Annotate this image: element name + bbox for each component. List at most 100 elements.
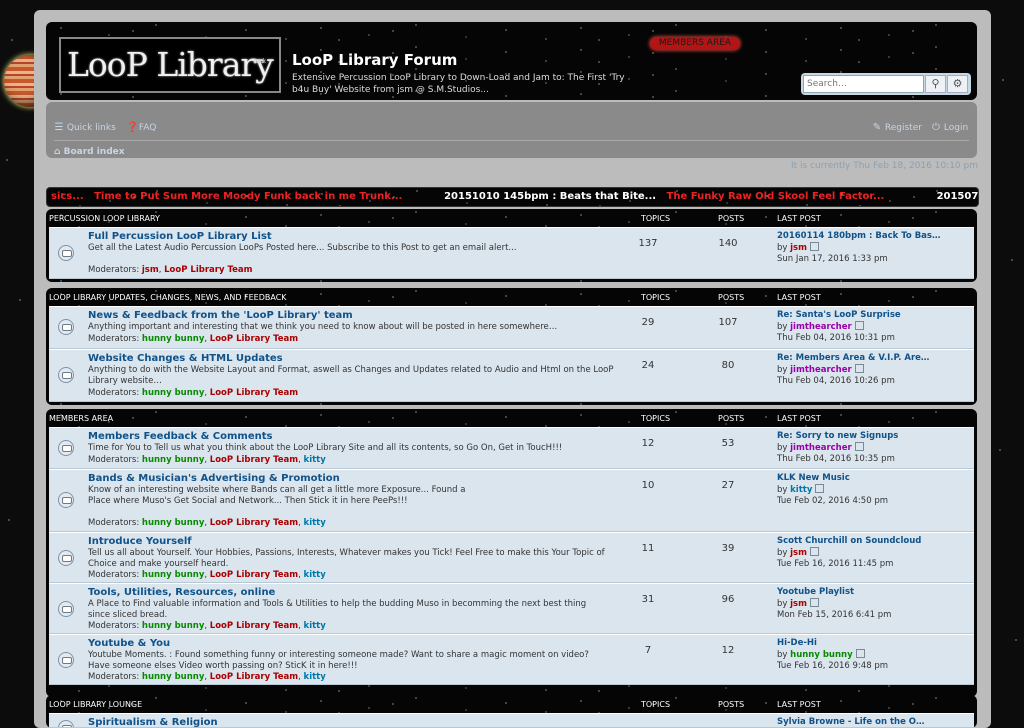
last-post-author[interactable]: hunny bunny xyxy=(790,650,852,660)
moderator-link[interactable]: hunny bunny xyxy=(142,334,204,344)
moderator-link[interactable]: hunny bunny xyxy=(142,518,204,528)
forum-title[interactable]: Spiritualism & Religion xyxy=(88,717,218,727)
quick-links-menu[interactable]: ☰ Quick links xyxy=(54,122,116,133)
ticker-item[interactable]: The Funky Raw Old Skool Feel Factor... xyxy=(667,191,885,202)
forum-title[interactable]: Website Changes & HTML Updates xyxy=(88,353,283,364)
ticker-content: sics... Time to Put Sum More Moody Funk … xyxy=(51,191,978,202)
posts-count: 80 xyxy=(721,360,735,371)
moderator-link[interactable]: hunny bunny xyxy=(142,672,204,682)
last-post-date: Thu Feb 04, 2016 10:26 pm xyxy=(777,376,895,386)
last-post-title[interactable]: Hi-De-Hi xyxy=(777,638,967,649)
faq-link[interactable]: ❓ FAQ xyxy=(126,122,156,133)
moderator-link[interactable]: jsm xyxy=(142,265,159,275)
last-post-author[interactable]: jimthearcher xyxy=(790,322,852,332)
last-post-title[interactable]: 20160114 180bpm : Back To Bas… xyxy=(777,231,967,242)
last-post-header: LAST POST xyxy=(777,700,821,709)
moderator-link[interactable]: hunny bunny xyxy=(142,388,204,398)
last-post: Hi-De-Hi by hunny bunny Tue Feb 16, 2016… xyxy=(777,638,967,672)
moderator-link[interactable]: LooP Library Team xyxy=(210,621,298,631)
category-header: LOOP LIBRARY LOUNGE TOPICS POSTS LAST PO… xyxy=(49,695,974,713)
last-post-author[interactable]: jimthearcher xyxy=(790,365,852,375)
logo-domain: .co.uk xyxy=(253,58,266,65)
moderator-link[interactable]: LooP Library Team xyxy=(210,518,298,528)
moderator-link[interactable]: kitty xyxy=(304,672,326,682)
moderator-link[interactable]: LooP Library Team xyxy=(210,455,298,465)
forum-title[interactable]: Full Percussion LooP Library List xyxy=(88,231,272,242)
moderator-link[interactable]: kitty xyxy=(304,518,326,528)
topics-count: 24 xyxy=(641,360,655,371)
view-latest-post-icon[interactable] xyxy=(809,242,819,251)
register-link[interactable]: ✎ Register xyxy=(872,122,922,133)
breadcrumb[interactable]: ⌂ Board index xyxy=(54,147,125,157)
view-latest-post-icon[interactable] xyxy=(809,598,819,607)
forum-read-icon xyxy=(58,367,74,383)
moderators-label: Moderators: xyxy=(88,455,140,465)
posts-count: 39 xyxy=(721,543,735,554)
moderator-link[interactable]: LooP Library Team xyxy=(210,672,298,682)
category-name[interactable]: PERCUSSION LOOP LIBRARY xyxy=(49,214,160,223)
moderator-link[interactable]: LooP Library Team xyxy=(210,570,298,580)
last-post-title[interactable]: Re: Sorry to new Signups xyxy=(777,431,967,442)
last-post-title[interactable]: Re: Members Area & V.I.P. Are… xyxy=(777,353,967,364)
logo-text: LooP Library xyxy=(67,45,274,84)
by-label: by xyxy=(777,365,788,375)
category-name[interactable]: LOOP LIBRARY UPDATES, CHANGES, NEWS, AND… xyxy=(49,293,287,302)
moderator-link[interactable]: kitty xyxy=(304,455,326,465)
category-header: PERCUSSION LOOP LIBRARY TOPICS POSTS LAS… xyxy=(49,209,974,227)
board-index-link[interactable]: Board index xyxy=(64,147,125,157)
moderator-link[interactable]: LooP Library Team xyxy=(210,334,298,344)
moderator-link[interactable]: hunny bunny xyxy=(142,621,204,631)
last-post: Scott Churchill on Soundcloud by jsm Tue… xyxy=(777,536,967,570)
ticker-item[interactable]: sics... xyxy=(51,191,84,202)
last-post-title[interactable]: Scott Churchill on Soundcloud xyxy=(777,536,967,547)
advanced-search-button[interactable]: ⚙ xyxy=(947,75,968,93)
moderator-link[interactable]: hunny bunny xyxy=(142,570,204,580)
last-post-title[interactable]: Sylvia Browne - Life on the O… xyxy=(777,717,967,727)
login-link[interactable]: ⏻ Login xyxy=(931,122,968,133)
view-latest-post-icon[interactable] xyxy=(854,442,864,451)
view-latest-post-icon[interactable] xyxy=(809,547,819,556)
by-label: by xyxy=(777,443,788,453)
last-post-title[interactable]: Yootube Playlist xyxy=(777,587,967,598)
last-post-title[interactable]: KLK New Music xyxy=(777,473,967,484)
ticker-item[interactable]: 20151010 145bpm : Beats that Bite... xyxy=(444,191,656,202)
topics-header: TOPICS xyxy=(641,214,671,223)
last-post-date: Thu Feb 04, 2016 10:31 pm xyxy=(777,333,895,343)
view-latest-post-icon[interactable] xyxy=(854,364,864,373)
forum-moderators: Moderators: hunny bunny, LooP Library Te… xyxy=(88,388,299,398)
last-post-title[interactable]: Re: Santa's LooP Surprise xyxy=(777,310,967,321)
moderator-link[interactable]: kitty xyxy=(304,570,326,580)
last-post-author[interactable]: jsm xyxy=(790,599,807,609)
last-post-date: Tue Feb 02, 2016 4:50 pm xyxy=(777,496,888,506)
members-area-button[interactable]: MEMBERS AREA xyxy=(650,37,740,50)
view-latest-post-icon[interactable] xyxy=(815,484,825,493)
moderator-link[interactable]: kitty xyxy=(304,621,326,631)
last-post-author[interactable]: jimthearcher xyxy=(790,443,852,453)
last-post-author[interactable]: jsm xyxy=(790,548,807,558)
forum-row: Tools, Utilities, Resources, online A Pl… xyxy=(49,583,974,634)
register-label: Register xyxy=(884,123,922,133)
forum-title[interactable]: News & Feedback from the 'LooP Library' … xyxy=(88,310,353,321)
forum-title[interactable]: Members Feedback & Comments xyxy=(88,431,272,442)
category-name[interactable]: LOOP LIBRARY LOUNGE xyxy=(49,700,142,709)
view-latest-post-icon[interactable] xyxy=(854,321,864,330)
moderator-link[interactable]: LooP Library Team xyxy=(210,388,298,398)
view-latest-post-icon[interactable] xyxy=(855,649,865,658)
forum-title[interactable]: Youtube & You xyxy=(88,638,170,649)
category-name[interactable]: MEMBERS AREA xyxy=(49,414,113,423)
forum-title[interactable]: Introduce Yourself xyxy=(88,536,192,547)
last-post-author[interactable]: kitty xyxy=(790,485,812,495)
ticker-item[interactable]: Time to Put Sum More Moody Funk back in … xyxy=(94,191,402,202)
ticker-item[interactable]: 2015079 xyxy=(937,191,978,202)
search-input[interactable] xyxy=(803,75,924,93)
site-logo[interactable]: LooP Library .co.uk xyxy=(59,37,281,93)
forum-title[interactable]: Tools, Utilities, Resources, online xyxy=(88,587,275,598)
last-post: Re: Members Area & V.I.P. Are… by jimthe… xyxy=(777,353,967,387)
moderator-link[interactable]: hunny bunny xyxy=(142,455,204,465)
nav-divider xyxy=(54,140,969,141)
forum-title[interactable]: Bands & Musician's Advertising & Promoti… xyxy=(88,473,340,484)
moderator-link[interactable]: LooP Library Team xyxy=(164,265,252,275)
last-post-author[interactable]: jsm xyxy=(790,243,807,253)
posts-count: 12 xyxy=(721,645,735,656)
search-button[interactable]: ⚲ xyxy=(925,75,946,93)
